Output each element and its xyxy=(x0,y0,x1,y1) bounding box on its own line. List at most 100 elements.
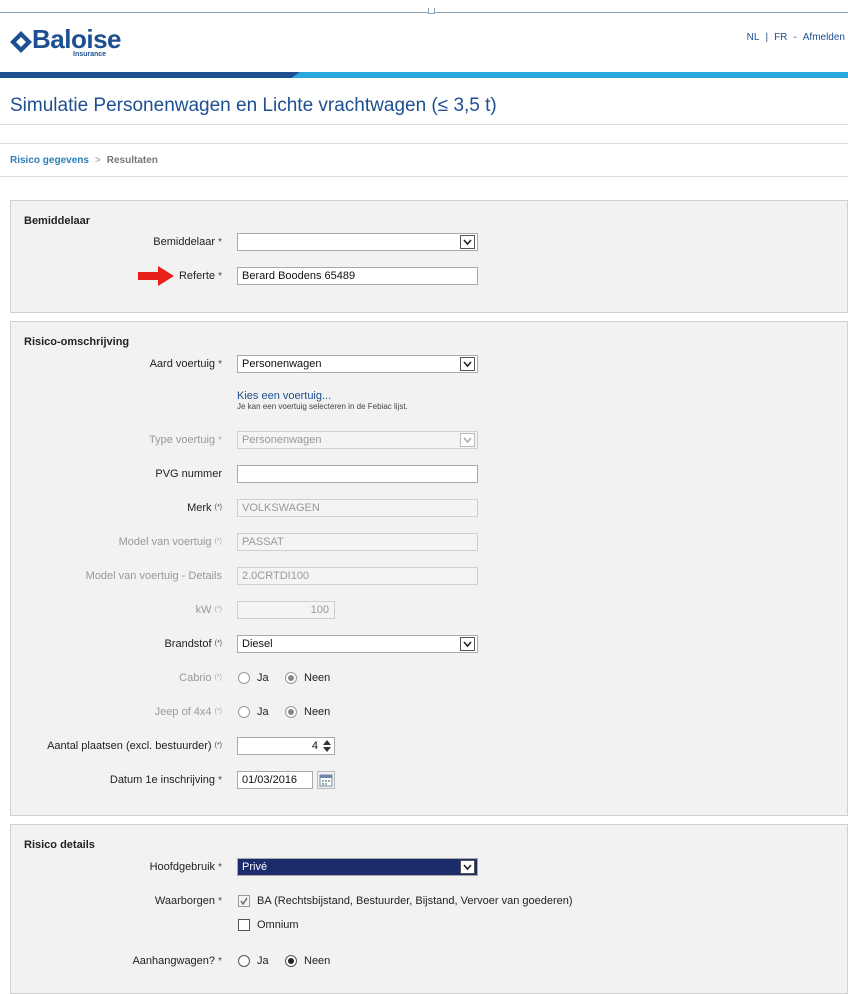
label-text: Aard voertuig xyxy=(149,358,216,370)
pvg-nummer-input[interactable] xyxy=(237,465,478,483)
label-kw: kW (*) xyxy=(10,603,222,617)
label-text: kW xyxy=(195,604,212,616)
ba-checkbox xyxy=(238,895,250,907)
hoofdgebruik-select[interactable]: Privé xyxy=(237,858,478,876)
bemiddelaar-select[interactable] xyxy=(237,233,478,251)
required-marker: * xyxy=(218,237,222,248)
jeep-neen-radio xyxy=(285,706,297,718)
label-model: Model van voertuig (*) xyxy=(10,535,222,549)
dropdown-arrow-icon[interactable] xyxy=(460,235,475,249)
label-bemiddelaar: Bemiddelaar * xyxy=(10,235,222,250)
conditional-marker: (*) xyxy=(214,538,222,545)
referte-input[interactable]: Berard Boodens 65489 xyxy=(237,267,478,285)
label-aantal-plaatsen: Aantal plaatsen (excl. bestuurder) (*) xyxy=(0,739,222,753)
select-value: Personenwagen xyxy=(242,358,322,370)
required-marker: * xyxy=(218,896,222,907)
required-marker: * xyxy=(218,775,222,786)
label-text: Jeep of 4x4 xyxy=(154,706,212,718)
cabrio-neen-label: Neen xyxy=(304,672,331,684)
label-datum: Datum 1e inschrijving * xyxy=(10,773,222,788)
brandstof-select[interactable]: Diesel xyxy=(237,635,478,653)
label-text: Datum 1e inschrijving xyxy=(109,774,216,786)
select-value: Diesel xyxy=(242,638,273,650)
omnium-label: Omnium xyxy=(257,919,299,931)
aantal-plaatsen-stepper[interactable]: 4 xyxy=(237,737,335,755)
breadcrumb: Risico gegevens > Resultaten xyxy=(10,155,158,167)
label-text: Merk xyxy=(187,502,212,514)
label-text: Cabrio xyxy=(179,672,212,684)
type-voertuig-select: Personenwagen xyxy=(237,431,478,449)
label-text: Bemiddelaar xyxy=(153,236,216,248)
divider xyxy=(0,176,848,177)
label-text: Waarborgen xyxy=(154,895,216,907)
breadcrumb-resultaten[interactable]: Resultaten xyxy=(107,155,158,166)
model-input: PASSAT xyxy=(237,533,478,551)
dropdown-arrow-icon[interactable] xyxy=(460,357,475,371)
dropdown-arrow-icon[interactable] xyxy=(460,637,475,651)
aanhangwagen-ja-label: Ja xyxy=(257,955,269,967)
conditional-marker: (*) xyxy=(214,504,222,511)
label-merk: Merk (*) xyxy=(10,501,222,515)
required-marker: * xyxy=(218,956,222,967)
dropdown-arrow-icon[interactable] xyxy=(460,860,475,874)
lang-nl-link[interactable]: NL xyxy=(744,32,763,43)
aanhangwagen-neen-radio[interactable] xyxy=(285,955,297,967)
calendar-button[interactable] xyxy=(317,771,335,789)
breadcrumb-risico-gegevens[interactable]: Risico gegevens xyxy=(10,155,89,166)
required-marker: * xyxy=(218,862,222,873)
cabrio-ja-radio xyxy=(238,672,250,684)
dropdown-arrow-icon xyxy=(460,433,475,447)
section-title-bemiddelaar: Bemiddelaar xyxy=(24,215,91,227)
section-title-risico-details: Risico details xyxy=(24,839,95,851)
checkmark-icon xyxy=(240,897,248,906)
aanhangwagen-ja-radio[interactable] xyxy=(238,955,250,967)
jeep-neen-label: Neen xyxy=(304,706,331,718)
language-switcher: NL | FR - Afmelden xyxy=(744,32,848,43)
label-text: Brandstof xyxy=(164,638,212,650)
conditional-marker: (*) xyxy=(214,708,222,715)
ba-label: BA (Rechtsbijstand, Bestuurder, Bijstand… xyxy=(257,895,573,907)
label-brandstof: Brandstof (*) xyxy=(10,637,222,651)
label-referte: Referte * xyxy=(10,269,222,284)
lang-dash: - xyxy=(793,32,797,43)
logout-link[interactable]: Afmelden xyxy=(800,32,848,43)
stepper-value: 4 xyxy=(311,740,318,752)
omnium-checkbox[interactable] xyxy=(238,919,250,931)
cabrio-neen-radio xyxy=(285,672,297,684)
panel-bemiddelaar xyxy=(10,200,848,313)
calendar-icon xyxy=(319,774,333,787)
lang-fr-link[interactable]: FR xyxy=(771,32,790,43)
top-border-line xyxy=(0,12,848,13)
top-tab-marker xyxy=(428,8,435,14)
jeep-ja-radio xyxy=(238,706,250,718)
page-title: Simulatie Personenwagen en Lichte vracht… xyxy=(10,95,497,116)
breadcrumb-separator: > xyxy=(94,155,101,166)
divider xyxy=(0,124,848,125)
select-value: Personenwagen xyxy=(242,434,322,446)
label-text: Referte xyxy=(178,270,216,282)
label-aard-voertuig: Aard voertuig * xyxy=(10,357,222,372)
jeep-ja-label: Ja xyxy=(257,706,269,718)
logo-diamond-icon xyxy=(10,31,32,53)
conditional-marker: (*) xyxy=(214,742,222,749)
cabrio-ja-label: Ja xyxy=(257,672,269,684)
aanhangwagen-neen-label: Neen xyxy=(304,955,331,967)
aard-voertuig-select[interactable]: Personenwagen xyxy=(237,355,478,373)
kw-input: 100 xyxy=(237,601,335,619)
label-text: Type voertuig xyxy=(148,434,216,446)
header-color-band xyxy=(0,72,848,78)
label-aanhangwagen: Aanhangwagen? * xyxy=(10,954,222,969)
label-waarborgen: Waarborgen * xyxy=(10,894,222,909)
required-marker: * xyxy=(218,435,222,446)
model-details-input: 2.0CRTDI100 xyxy=(237,567,478,585)
conditional-marker: (*) xyxy=(214,606,222,613)
label-text: Model van voertuig xyxy=(118,536,212,548)
kies-voertuig-hint: Je kan een voertuig selecteren in de Feb… xyxy=(237,402,408,411)
spinner-icon[interactable] xyxy=(323,740,331,752)
required-marker: * xyxy=(218,271,222,282)
datum-input[interactable]: 01/03/2016 xyxy=(237,771,313,789)
label-hoofdgebruik: Hoofdgebruik * xyxy=(10,860,222,875)
label-text: Hoofdgebruik xyxy=(149,861,216,873)
label-model-details: Model van voertuig - Details xyxy=(85,570,222,582)
logo-subtext: Insurance xyxy=(73,51,107,58)
